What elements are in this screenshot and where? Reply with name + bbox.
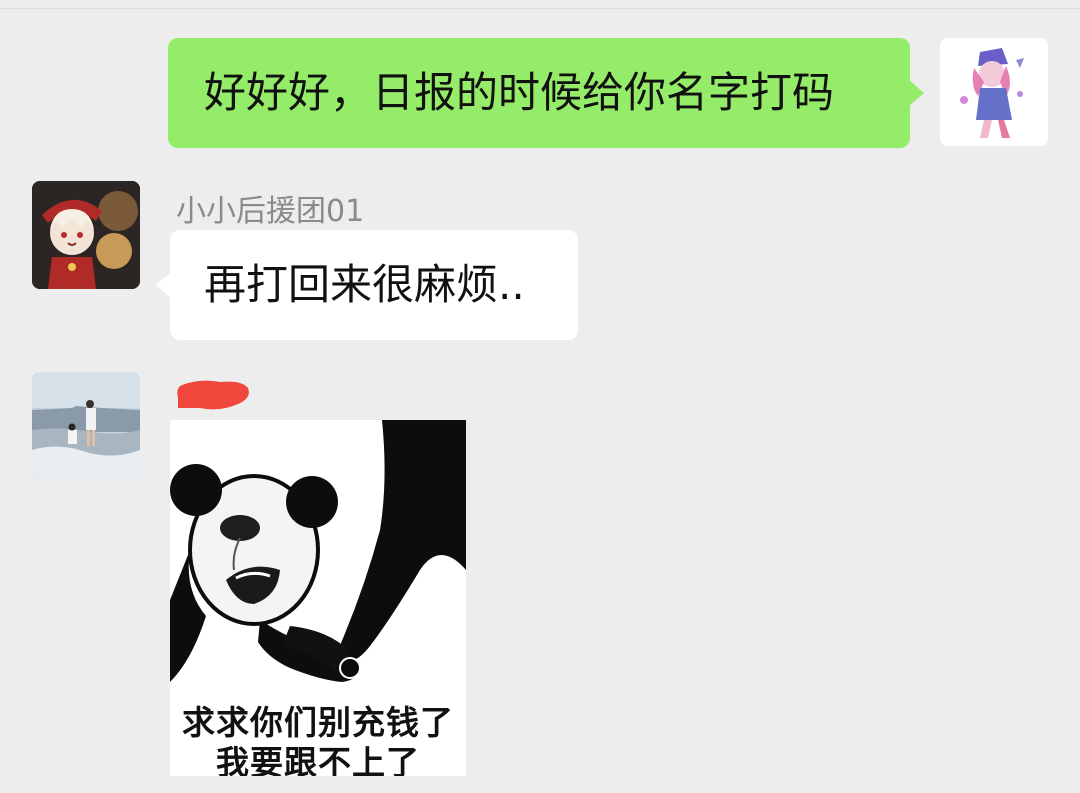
anime-girl-avatar-icon <box>940 38 1048 146</box>
incoming-message-bubble[interactable]: 再打回来很麻烦.. <box>156 230 578 340</box>
sender-avatar[interactable] <box>32 372 140 480</box>
sender-avatar[interactable] <box>32 181 140 289</box>
self-avatar[interactable] <box>940 38 1048 146</box>
outgoing-message-bubble[interactable]: 好好好，日报的时候给你名字打码 <box>168 38 924 148</box>
sender-name: 小小后援团01 <box>176 194 365 229</box>
sticker-caption-line2: 我要跟不上了 <box>216 743 420 776</box>
anime-character-avatar-icon <box>32 181 140 289</box>
message-text: 好好好，日报的时候给你名字打码 <box>204 68 835 117</box>
beach-photo-avatar-icon <box>32 372 140 480</box>
message-text: 再打回来很麻烦.. <box>204 260 525 309</box>
top-divider <box>0 8 1080 9</box>
sticker-image[interactable]: 求求你们别充钱了 我要跟不上了 <box>170 420 466 776</box>
redacted-sender-name <box>177 380 249 410</box>
